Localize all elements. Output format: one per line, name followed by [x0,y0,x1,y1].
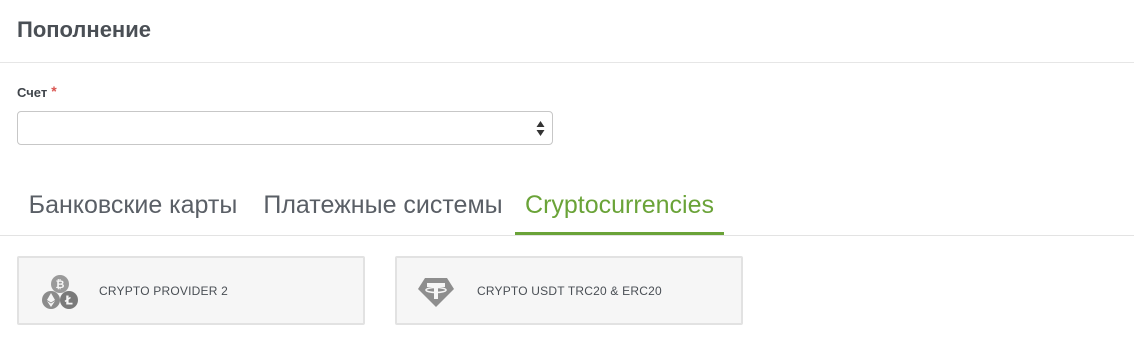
account-select-value [18,112,552,144]
required-asterisk: * [51,83,57,99]
page-title: Пополнение [17,17,151,42]
account-select[interactable] [17,111,553,145]
select-arrows-icon [536,121,545,136]
tether-icon [418,278,454,307]
deposit-form: Счет * [0,63,1134,145]
account-label-text: Счет [17,85,48,100]
tab-payment-systems[interactable]: Платежные системы [252,180,514,235]
page-header: Пополнение [0,0,1134,63]
provider-label: CRYPTO PROVIDER 2 [99,284,228,298]
tab-bank-cards[interactable]: Банковские карты [15,180,251,235]
provider-card-crypto-provider-2[interactable]: ₿ Ł CRYPTO PROVIDER 2 [17,256,365,325]
tab-cryptocurrencies[interactable]: Cryptocurrencies [515,180,724,235]
provider-label: CRYPTO USDT TRC20 & ERC20 [477,284,662,298]
svg-text:Ł: Ł [64,294,73,308]
svg-text:₿: ₿ [56,278,65,291]
multi-crypto-coins-icon: ₿ Ł [42,275,78,309]
provider-card-usdt[interactable]: CRYPTO USDT TRC20 & ERC20 [395,256,743,325]
payment-method-tabs: Банковские карты Платежные системы Crypt… [0,180,1134,236]
account-field-label: Счет * [17,83,1117,101]
